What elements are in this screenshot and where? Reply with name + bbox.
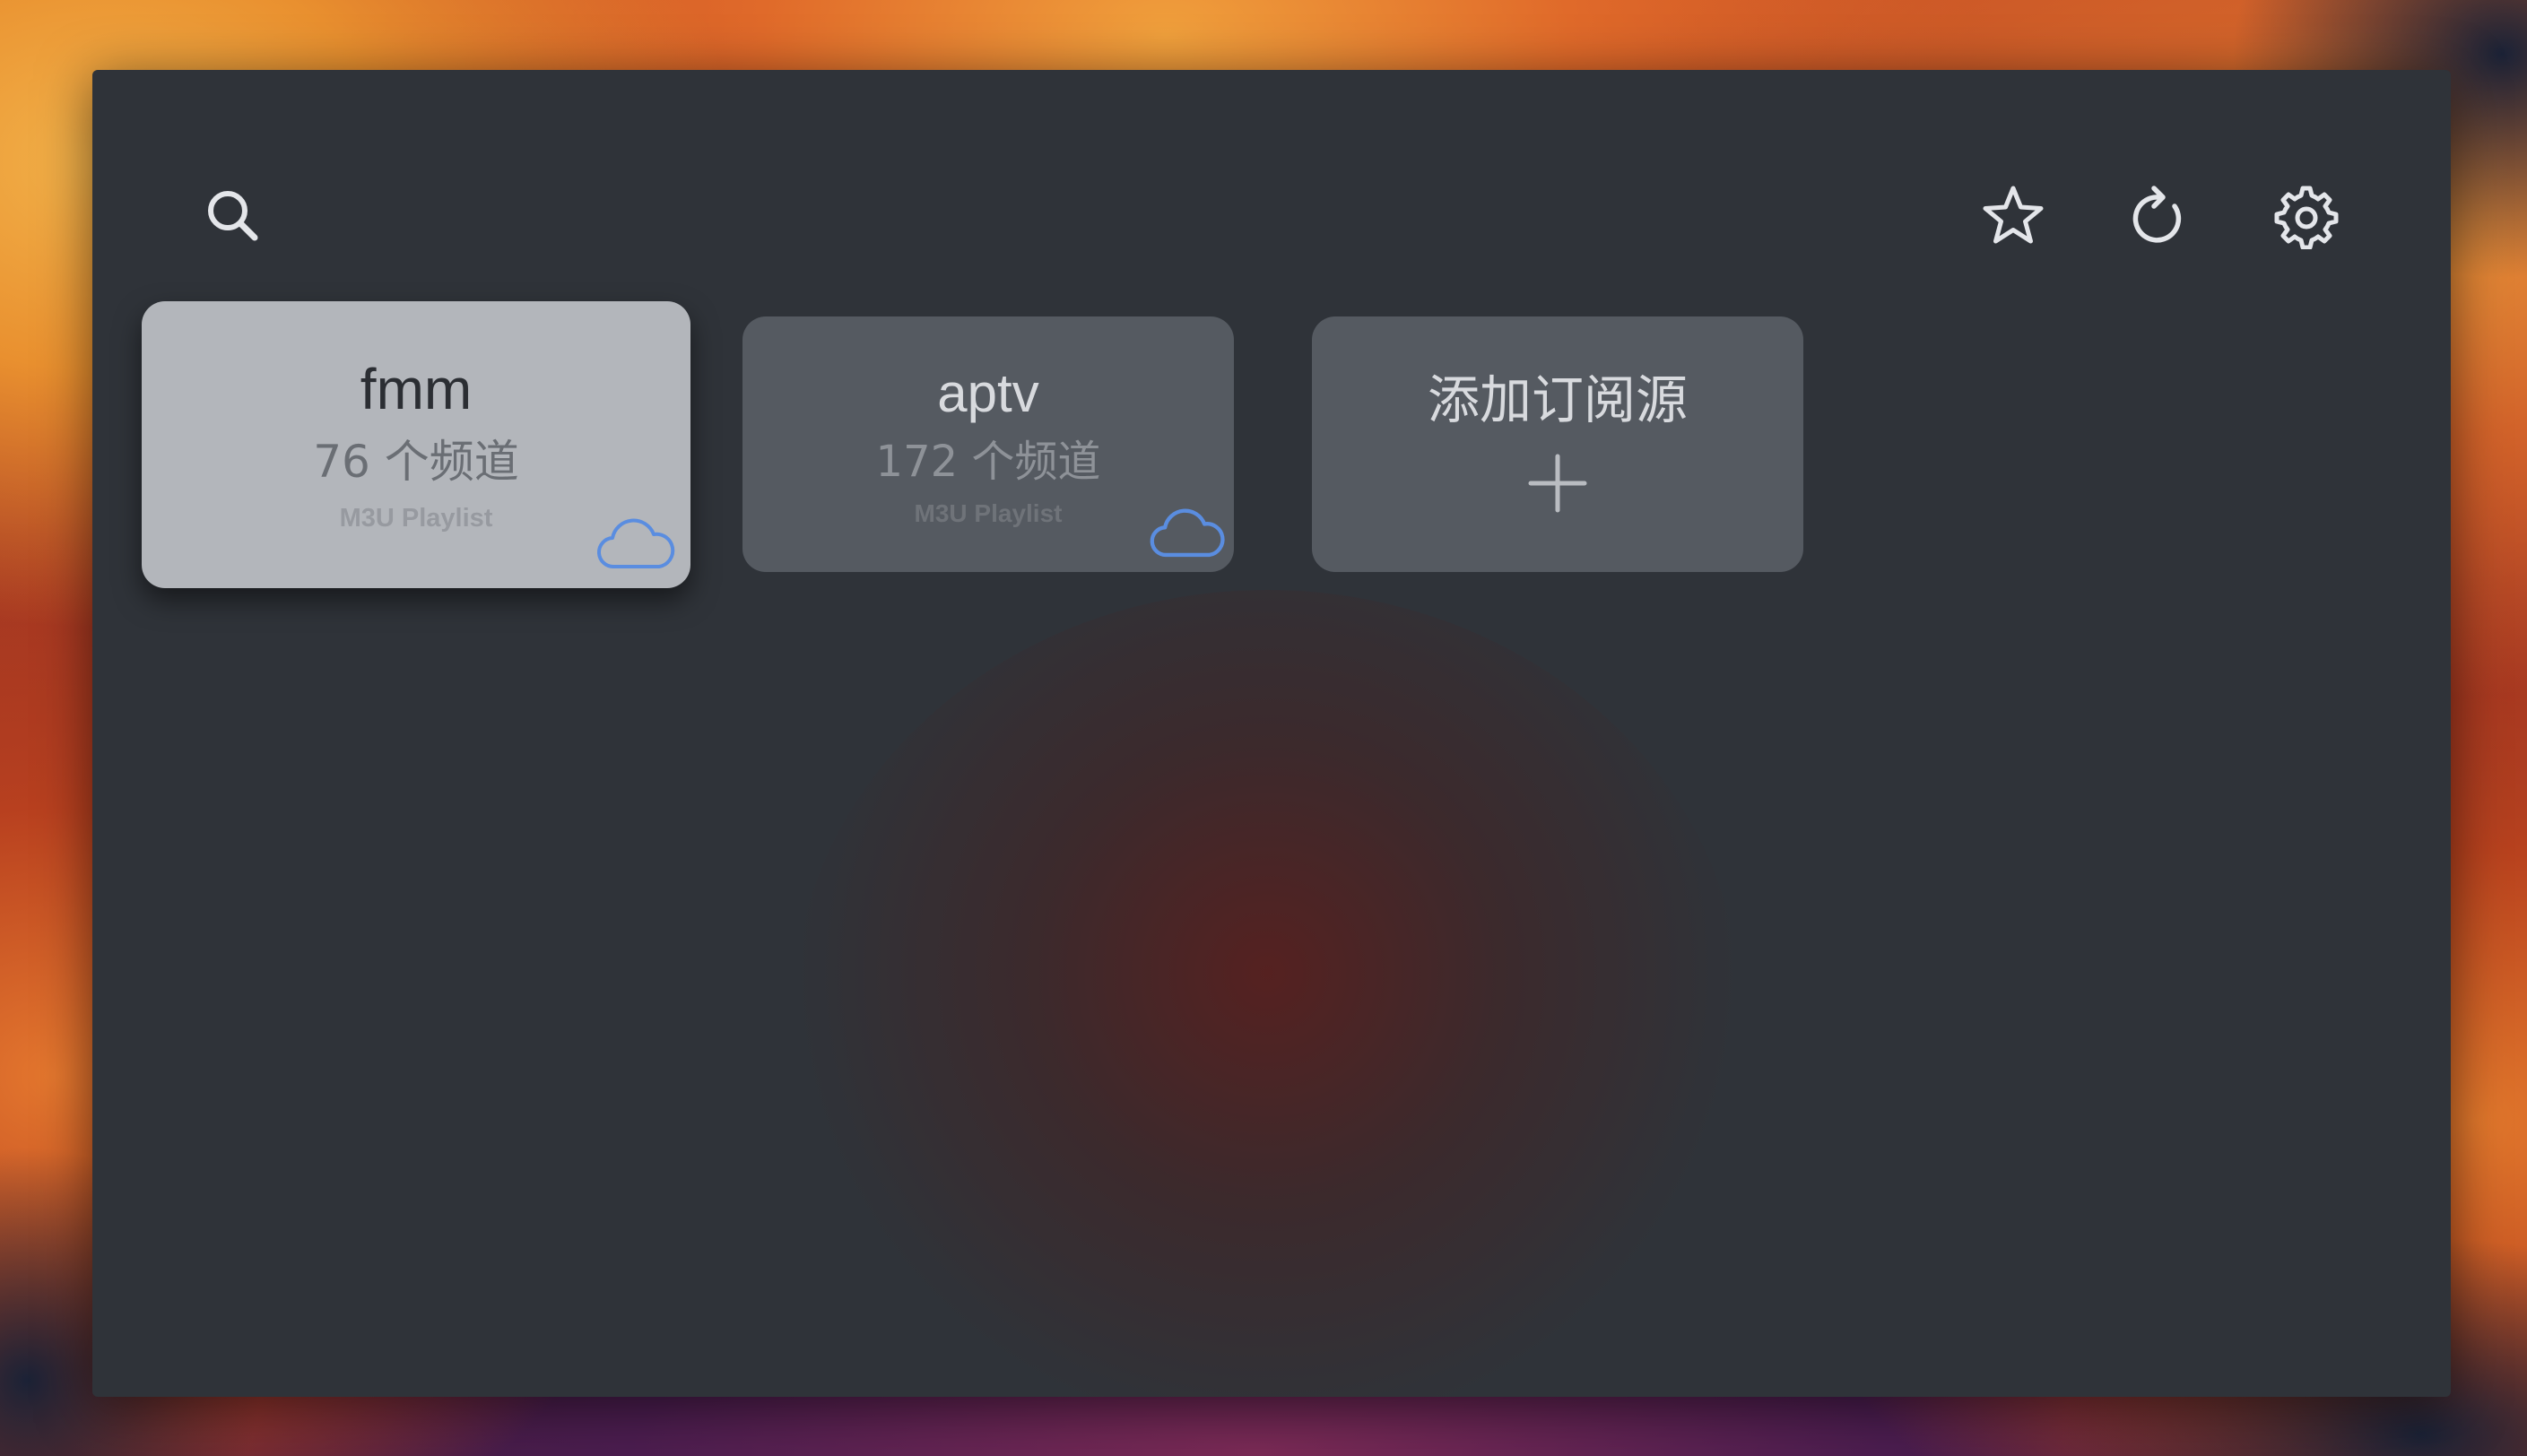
refresh-icon	[2132, 186, 2182, 243]
background-glow	[792, 590, 1742, 1397]
channel-count: 76 个频道	[313, 436, 519, 488]
cloud-icon	[1150, 508, 1225, 558]
settings-button[interactable]	[2266, 176, 2347, 256]
add-source-label: 添加订阅源	[1427, 369, 1688, 430]
search-icon	[208, 191, 258, 241]
cloud-icon	[597, 518, 675, 569]
channel-count: 172 个频道	[875, 437, 1101, 487]
plus-icon	[1528, 454, 1587, 513]
refresh-button[interactable]	[2119, 176, 2200, 256]
source-type: M3U Playlist	[914, 499, 1063, 527]
source-type: M3U Playlist	[339, 504, 493, 533]
source-name: aptv	[937, 363, 1039, 423]
favorites-button[interactable]	[1973, 176, 2054, 256]
star-icon	[1983, 186, 2044, 244]
app-window: fmm 76 个频道 M3U Playlist aptv 172 个频道 M3U…	[92, 70, 2451, 1397]
source-name: fmm	[360, 357, 473, 421]
source-card-aptv[interactable]: aptv 172 个频道 M3U Playlist	[742, 316, 1234, 572]
gear-icon	[2274, 186, 2339, 249]
source-card-fmm[interactable]: fmm 76 个频道 M3U Playlist	[142, 301, 690, 588]
add-source-card[interactable]: 添加订阅源	[1312, 316, 1803, 572]
search-button[interactable]	[193, 176, 274, 256]
